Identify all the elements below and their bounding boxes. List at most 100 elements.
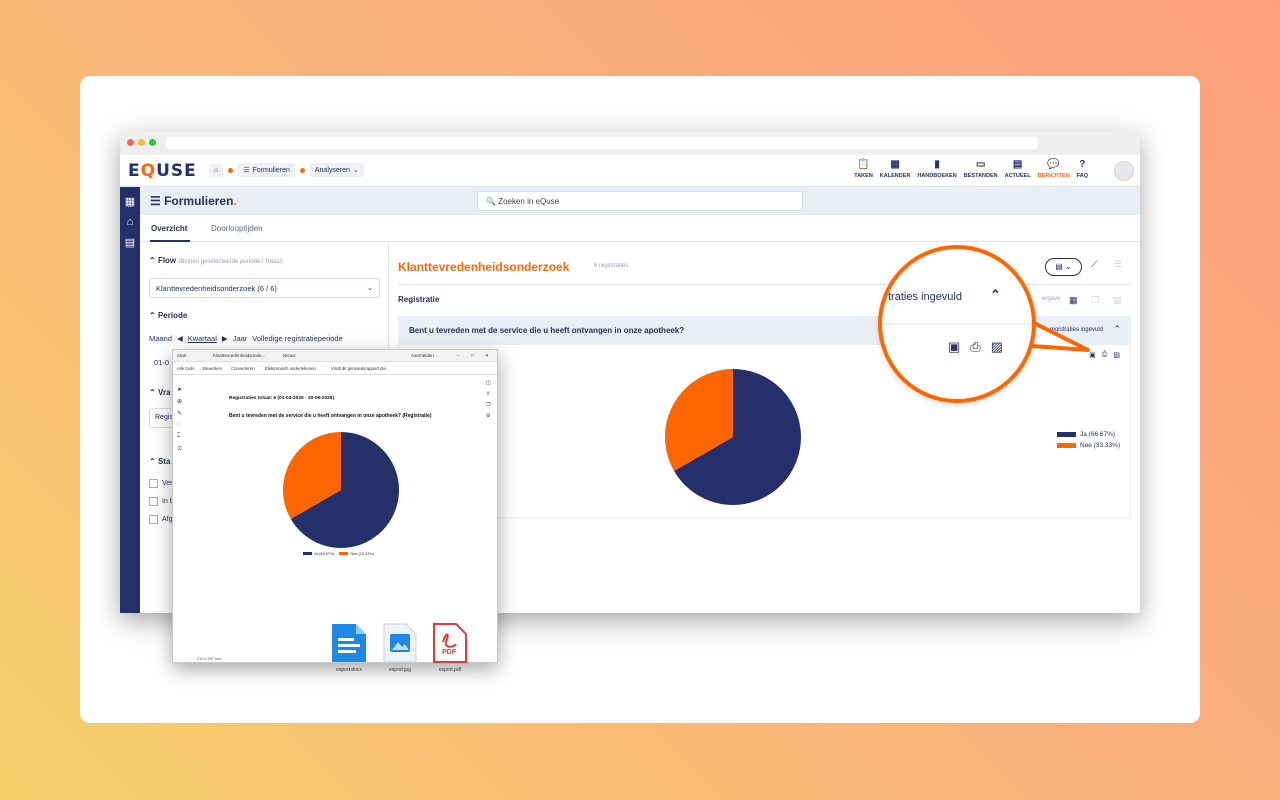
export-docx-file[interactable]: export.docx — [330, 622, 368, 673]
legend-item-ja: Ja (66.67%) — [1057, 431, 1120, 438]
equse-logo[interactable]: EQUSE — [128, 161, 197, 181]
pdf-status-bar: 210 x 297 mm — [197, 657, 222, 661]
settings-icon[interactable]: ⚙ — [486, 413, 491, 419]
page-header: ☰ Formulieren. 🔍 Zoeken in eQuse — [140, 187, 1140, 215]
bar-chart-icon[interactable]: ▥ — [1113, 295, 1122, 306]
pdf-tool-convert[interactable]: Converteren — [231, 366, 255, 371]
nav-taken[interactable]: 📋 TAKEN — [854, 159, 873, 179]
pdf-viewer-window: Start Klanttevredenheidsonde... Nieuw Aa… — [172, 349, 498, 663]
pdf-tab-start[interactable]: Start — [177, 353, 187, 358]
status-checkbox-1[interactable] — [149, 479, 158, 488]
legend-label-nee: Nee (33.33%) — [1080, 442, 1121, 449]
export-dropdown-button[interactable]: ▤ ⌄ — [1045, 258, 1082, 276]
stamp-icon[interactable]: ⊙ — [177, 445, 182, 452]
share-icon[interactable]: ⇪ — [486, 391, 491, 397]
chevron-left-icon[interactable]: ◀ — [177, 334, 183, 343]
pdf-tool-report[interactable]: Vindt dit gemoedsrapport die... — [331, 366, 389, 371]
export-pdf-file[interactable]: PDF export.pdf — [432, 622, 468, 673]
close-dot[interactable] — [127, 139, 134, 146]
period-jaar[interactable]: Jaar — [233, 334, 248, 343]
list-view-icon[interactable]: ☰ — [1114, 259, 1122, 270]
pdf-legend-swatch-nee — [339, 552, 349, 555]
pdf-tool-edit[interactable]: Bewerken — [203, 366, 222, 371]
export-jpg-file[interactable]: export.jpg — [382, 622, 418, 673]
newspaper-icon: ▤ — [1012, 159, 1023, 170]
crumb-formulieren[interactable]: ☰ Formulieren — [238, 163, 295, 177]
tab-overzicht[interactable]: Overzicht — [151, 224, 187, 233]
flow-section-header[interactable]: ⌃ Flow (Binnen geselecteerde periode / T… — [149, 256, 283, 265]
minimize-dot[interactable] — [138, 139, 145, 146]
status-section-header[interactable]: ⌃ Sta — [149, 457, 170, 466]
image-export-icon[interactable]: ▨ — [1113, 351, 1120, 359]
pdf-export-icon[interactable]: ⎙ — [970, 339, 980, 355]
browser-chrome — [120, 131, 1140, 155]
word-export-icon[interactable]: ▣ — [948, 339, 960, 355]
pdf-page: Registraties totaal: 6 (01-04-2025 - 30-… — [193, 376, 479, 658]
maximize-icon[interactable]: □ — [471, 353, 474, 358]
lasso-icon[interactable]: ◌ — [177, 422, 182, 428]
table-view-icon[interactable]: ▦ — [1069, 295, 1078, 306]
line-chart-icon[interactable]: ⟋ — [1091, 259, 1097, 270]
home-icon[interactable]: ⌂ — [120, 216, 140, 228]
periode-section-header[interactable]: ⌃ Periode — [149, 311, 187, 320]
minimize-icon[interactable]: – — [457, 353, 460, 358]
chevron-down-icon: ⌄ — [352, 167, 359, 174]
grid-icon[interactable]: ▦ — [120, 195, 140, 208]
magnified-export-icons: ▣ ⎙ ▨ — [948, 339, 1003, 355]
calendar-icon: ▦ — [890, 159, 900, 170]
period-kwartaal[interactable]: Kwartaal — [188, 334, 217, 343]
vraag-section-header[interactable]: ⌃ Vra — [149, 388, 170, 397]
url-bar[interactable] — [166, 137, 1038, 149]
search-input[interactable]: 🔍 Zoeken in eQuse — [477, 191, 803, 211]
comment-icon[interactable]: ◫ — [486, 380, 491, 386]
pdf-legend-nee: Nee (33.33%) — [339, 552, 374, 556]
status-checkbox-3[interactable] — [149, 515, 158, 524]
status-checkbox-2[interactable] — [149, 497, 158, 506]
image-export-icon[interactable]: ▨ — [991, 339, 1003, 355]
nav-actueel[interactable]: ▤ ACTUEEL — [1005, 159, 1031, 179]
nav-bestanden[interactable]: ▭ BESTANDEN — [964, 159, 998, 179]
chevron-up-icon[interactable]: ⌃ — [1113, 324, 1121, 335]
period-maand[interactable]: Maand — [149, 334, 172, 343]
avatar[interactable] — [1114, 161, 1134, 181]
nav-berichten[interactable]: 💬 BERICHTEN — [1038, 159, 1070, 179]
period-volledig[interactable]: Volledige registratieperiode — [252, 334, 342, 343]
nav-handboeken[interactable]: ▮ HANDBOEKEN — [917, 159, 956, 179]
date-range[interactable]: 01-0 — [154, 358, 169, 367]
pdf-export-icon[interactable]: ⎙ — [1102, 351, 1108, 359]
chart-legend: Ja (66.67%) Nee (33.33%) — [1057, 431, 1120, 453]
pdf-tab-document[interactable]: Klanttevredenheidsonde... — [213, 353, 265, 358]
docx-file-icon — [332, 624, 366, 662]
export-icons: ▣ ⎙ ▨ — [1089, 351, 1120, 359]
chevron-down-icon: ⌄ — [366, 283, 373, 292]
crumb-analyseren[interactable]: Analyseren ⌄ — [309, 163, 364, 177]
table-icon[interactable]: ▤ — [120, 236, 140, 249]
chevron-right-icon[interactable]: ▶ — [222, 334, 228, 343]
zoom-icon[interactable]: ⊕ — [177, 398, 182, 405]
cursor-icon[interactable]: ➤ — [177, 386, 182, 393]
clipboard-icon: 📋 — [857, 159, 870, 170]
tab-bar: Overzicht Doorlooptijden — [140, 215, 1140, 242]
pdf-tab-new[interactable]: Nieuw — [283, 353, 296, 358]
home-crumb[interactable]: ⌂ — [209, 163, 224, 177]
close-icon[interactable]: ✕ — [485, 353, 489, 359]
pages-icon[interactable]: ❐ — [486, 402, 491, 408]
top-navigation: EQUSE ⌂ ☰ Formulieren Analyseren ⌄ 📋 TAKEN … — [120, 155, 1140, 187]
sidebar: ▦ ⌂ ▤ — [120, 187, 140, 613]
word-export-icon[interactable]: ▣ — [1089, 351, 1096, 359]
pdf-legend-ja: Ja (66.67%) — [303, 552, 334, 556]
text-select-icon[interactable]: ⌶ — [177, 433, 182, 440]
tab-doorlooptijden[interactable]: Doorlooptijden — [211, 224, 263, 233]
copy-icon[interactable]: ❐ — [1091, 295, 1099, 306]
flow-select[interactable]: Klanttevredenheidsonderzoek (6 / 6) ⌄ — [149, 278, 380, 298]
nav-faq[interactable]: ? FAQ — [1077, 159, 1088, 179]
pdf-tool-sign[interactable]: Elektronisch ondertekenen — [265, 366, 316, 371]
chevron-up-icon: ⌃ — [990, 287, 1001, 302]
pdf-legend: Ja (66.67%) Nee (33.33%) — [303, 552, 374, 556]
nav-kalender[interactable]: ▦ KALENDER — [880, 159, 911, 179]
pdf-signin[interactable]: Aanmelden — [411, 353, 434, 358]
maximize-dot[interactable] — [149, 139, 156, 146]
pen-icon[interactable]: ✎ — [177, 410, 182, 417]
docx-file-label: export.docx — [336, 667, 362, 673]
pdf-tool-all[interactable]: Alle tools — [177, 366, 194, 371]
